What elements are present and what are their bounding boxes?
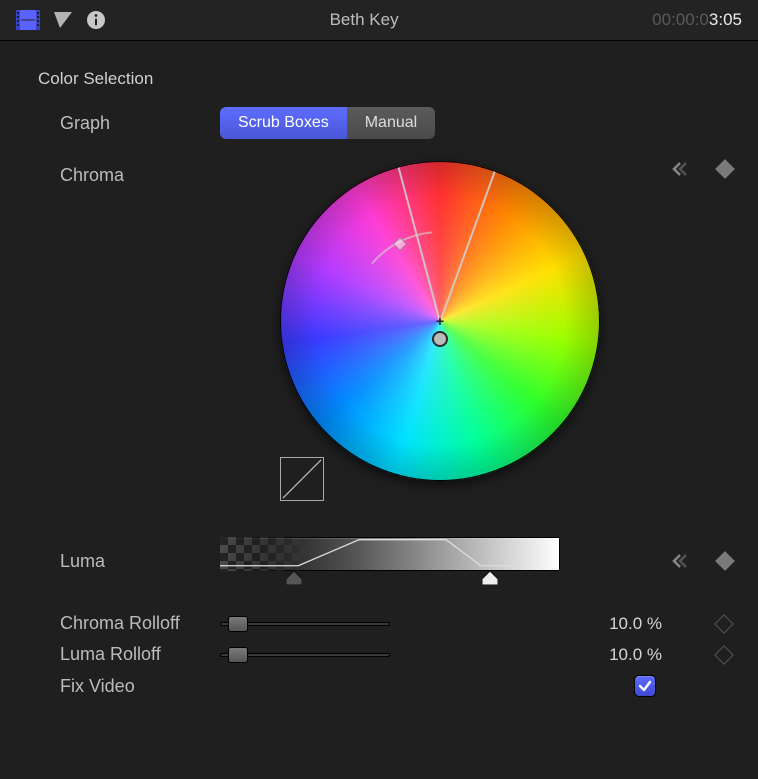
fix-video-checkbox[interactable]: [634, 675, 656, 697]
row-chroma-rolloff: Chroma Rolloff 10.0 %: [30, 613, 742, 634]
checkmark-icon: [638, 679, 652, 693]
row-luma: Luma: [30, 531, 742, 591]
luma-reset-button[interactable]: [668, 553, 688, 569]
chroma-rolloff-keyframe-button[interactable]: [716, 615, 733, 632]
timecode-prefix: 00:00:0: [652, 10, 709, 29]
graph-mode-manual[interactable]: Manual: [347, 107, 435, 139]
luma-range-control[interactable]: [220, 531, 560, 591]
luma-handle-high[interactable]: [482, 571, 498, 585]
fix-video-label: Fix Video: [30, 676, 220, 697]
graph-mode-segmented[interactable]: Scrub Boxes Manual: [220, 107, 435, 139]
luma-rolloff-value[interactable]: 10.0 %: [420, 645, 682, 665]
chroma-crosshair-icon: +: [436, 313, 444, 329]
graph-label: Graph: [30, 113, 220, 134]
luma-rolloff-label: Luma Rolloff: [30, 644, 220, 665]
chroma-center-handle[interactable]: [432, 331, 448, 347]
chroma-reset-button[interactable]: [668, 161, 688, 177]
timecode-display: 00:00:03:05: [652, 10, 742, 30]
chroma-label: Chroma: [30, 161, 220, 186]
row-chroma: Chroma +: [30, 161, 742, 481]
luma-rolloff-keyframe-button[interactable]: [716, 646, 733, 663]
section-header[interactable]: Color Selection: [30, 69, 742, 89]
luma-rolloff-thumb[interactable]: [228, 647, 248, 663]
luma-keyframe-button[interactable]: [715, 551, 735, 571]
luma-label: Luma: [30, 551, 220, 572]
inspector-header: Beth Key 00:00:03:05: [0, 0, 758, 40]
luma-handle-low[interactable]: [286, 571, 302, 585]
luma-rolloff-slider[interactable]: [220, 647, 390, 663]
row-fix-video: Fix Video: [30, 675, 742, 697]
timecode-value: 3:05: [709, 10, 742, 29]
film-icon[interactable]: [16, 10, 40, 30]
clip-title: Beth Key: [106, 10, 652, 30]
chroma-rolloff-value[interactable]: 10.0 %: [420, 614, 682, 634]
triangle-tool-icon[interactable]: [52, 10, 74, 30]
row-luma-rolloff: Luma Rolloff 10.0 %: [30, 644, 742, 665]
row-graph: Graph Scrub Boxes Manual: [30, 107, 742, 139]
chroma-curve-button[interactable]: [280, 457, 324, 501]
section-title: Color Selection: [38, 69, 153, 89]
chroma-rolloff-label: Chroma Rolloff: [30, 613, 220, 634]
info-icon[interactable]: [86, 10, 106, 30]
chroma-rolloff-thumb[interactable]: [228, 616, 248, 632]
luma-transparency-checker: [220, 537, 310, 571]
chroma-rolloff-slider[interactable]: [220, 616, 390, 632]
chroma-keyframe-button[interactable]: [715, 159, 735, 179]
graph-mode-scrub-boxes[interactable]: Scrub Boxes: [220, 107, 347, 139]
